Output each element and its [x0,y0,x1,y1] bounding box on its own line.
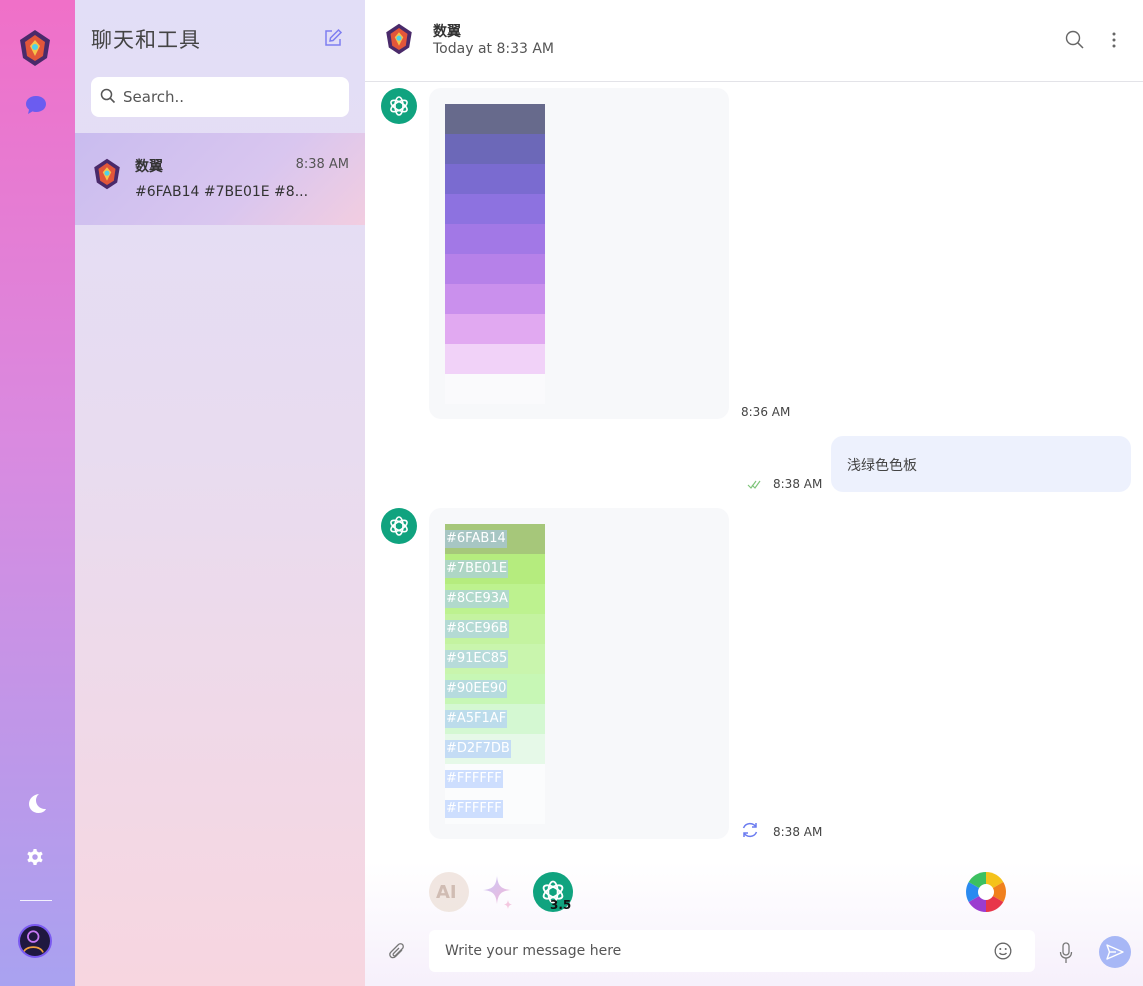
composer: AI 3.5 [365,862,1143,986]
swatch-label: #8CE96B [445,620,509,638]
search-icon[interactable] [1065,30,1084,49]
color-swatch [445,374,545,404]
emoji-icon[interactable] [994,942,1012,960]
model-gpt-button[interactable]: 3.5 [533,872,573,912]
color-swatch: #7BE01E [445,554,545,584]
search-box [91,77,349,117]
swatch-label: #D2F7DB [445,740,511,758]
left-rail [0,0,75,986]
model-version: 3.5 [550,898,572,912]
user-message-text: 浅绿色色板 [847,458,917,474]
moon-icon[interactable] [24,791,48,815]
logo-icon[interactable] [17,28,53,68]
swatch-label: #90EE90 [445,680,508,698]
model-ai-label: AI [436,882,457,903]
message-time: 8:38 AM [773,825,823,839]
bot-avatar [381,508,417,544]
bot-avatar [381,88,417,124]
palette-swatches: #6FAB14 #7BE01E #8CE93A #8CE96B #91EC85 #90EE… [445,524,545,824]
openai-icon [390,96,408,116]
color-swatch: #D2F7DB [445,734,545,764]
bot-message-bubble: #6FAB14 #7BE01E #8CE93A #8CE96B #91EC85 #90EE… [429,508,729,839]
contact-status: Today at 8:33 AM [433,41,555,57]
contact-avatar [94,158,120,190]
conversation-name: 数翼 [135,159,163,175]
paperclip-icon[interactable] [388,942,406,962]
color-swatch [445,314,545,344]
sidebar-title: 聊天和工具 [91,28,201,52]
contact-name: 数翼 [433,24,461,40]
message-time: 8:38 AM [773,477,823,491]
gear-icon[interactable] [24,846,46,868]
bot-message-bubble [429,88,729,419]
chat-header: 数翼 Today at 8:33 AM [365,0,1143,82]
search-input[interactable] [123,77,343,117]
swatch-label: #FFFFFF [445,770,503,788]
color-swatch [445,134,545,164]
color-wheel-button[interactable] [966,872,1006,912]
mic-icon[interactable] [1059,942,1073,964]
model-gemini-button[interactable] [479,872,519,912]
model-claude-button[interactable]: AI [429,872,469,912]
color-swatch [445,254,545,284]
swatch-label: #8CE93A [445,590,509,608]
rail-divider [20,900,52,901]
chat-icon[interactable] [25,95,47,115]
send-icon [1106,944,1124,960]
chat-panel: 数翼 Today at 8:33 AM 8:36 AM 8:38 AM 浅绿色色… [365,0,1143,986]
swatch-label: #91EC85 [445,650,509,668]
conversation-item[interactable]: 数翼 8:38 AM #6FAB14 #7BE01E #8... [75,133,365,225]
more-icon[interactable] [1110,30,1118,50]
swatch-label: #7BE01E [445,560,509,578]
swatch-label: #6FAB14 [445,530,507,548]
conversation-time: 8:38 AM [295,157,349,172]
color-swatch [445,104,545,134]
openai-icon [390,516,408,536]
refresh-icon[interactable] [741,821,759,839]
color-swatch [445,344,545,374]
contact-avatar[interactable] [383,22,415,56]
color-swatch: #90EE90 [445,674,545,704]
user-message-bubble: 浅绿色色板 [831,436,1131,492]
color-swatch [445,284,545,314]
color-swatch: #8CE93A [445,584,545,614]
message-input-wrapper [429,930,1035,972]
conversation-preview: #6FAB14 #7BE01E #8... [135,184,309,200]
color-swatch [445,194,545,224]
sparkle-icon [483,876,512,909]
swatch-label: #FFFFFF [445,800,503,818]
swatch-label: #A5F1AF [445,710,508,728]
color-swatch: #A5F1AF [445,704,545,734]
message-time: 8:36 AM [741,405,791,419]
user-avatar[interactable] [18,924,52,958]
color-swatch: #91EC85 [445,644,545,674]
palette-swatches [445,104,545,404]
color-wheel-icon [966,872,1006,912]
color-swatch: #6FAB14 [445,524,545,554]
message-input[interactable] [445,930,965,972]
compose-icon[interactable] [323,28,343,48]
color-swatch: #FFFFFF [445,764,545,794]
color-swatch: #FFFFFF [445,794,545,824]
check-icon [747,480,761,489]
color-swatch [445,224,545,254]
search-icon [100,88,116,104]
color-swatch [445,164,545,194]
send-button[interactable] [1099,936,1131,968]
color-swatch: #8CE96B [445,614,545,644]
conversation-sidebar: 聊天和工具 数翼 8:38 AM #6FAB14 #7BE01E #8... [75,0,365,986]
